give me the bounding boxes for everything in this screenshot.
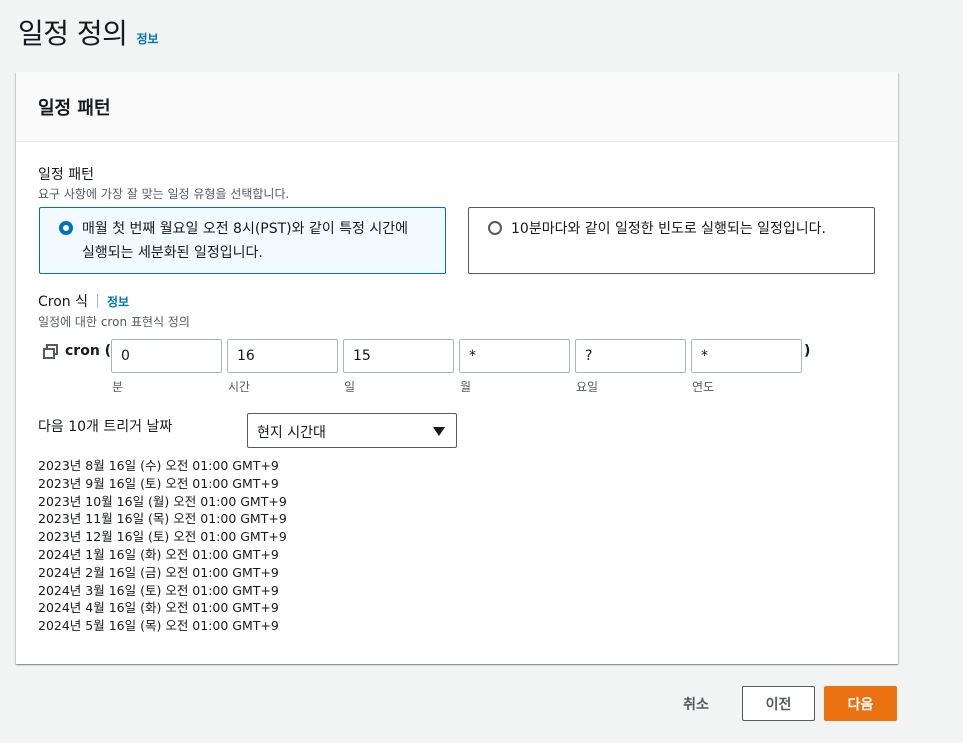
cron-expression-description: 일정에 대한 cron 표현식 정의 xyxy=(38,315,190,329)
trigger-date-item: 2023년 12월 16일 (토) 오전 01:00 GMT+9 xyxy=(38,529,287,545)
trigger-date-item: 2024년 1월 16일 (화) 오전 01:00 GMT+9 xyxy=(38,546,279,562)
trigger-date-item: 2024년 5월 16일 (목) 오전 01:00 GMT+9 xyxy=(38,618,279,634)
radio-option-line-2: 실행되는 세분화된 일정입니다. xyxy=(82,245,263,261)
trigger-date-item: 2024년 2월 16일 (금) 오전 01:00 GMT+9 xyxy=(38,564,279,580)
trigger-date-item: 2023년 10월 16일 (월) 오전 01:00 GMT+9 xyxy=(38,493,287,509)
trigger-date-item: 2023년 8월 16일 (수) 오전 01:00 GMT+9 xyxy=(38,458,279,473)
cron-year-input[interactable] xyxy=(691,339,802,373)
trigger-date-item: 2024년 4월 16일 (화) 오전 01:00 GMT+9 xyxy=(38,600,279,616)
radio-button-unselected[interactable] xyxy=(488,221,502,235)
cron-day-of-week-input[interactable] xyxy=(575,339,686,373)
cron-day-of-month-label: 일 xyxy=(344,380,356,394)
panel-title: 일정 패턴 xyxy=(38,97,111,119)
cron-suffix: ) xyxy=(804,343,811,359)
cron-expression-label: Cron 식 xyxy=(38,294,88,310)
page-header: 일정 정의 정보 xyxy=(18,12,159,52)
next-button[interactable]: 다음 xyxy=(824,686,897,721)
schedule-pattern-panel: 일정 패턴 일정 패턴 요구 사항에 가장 잘 맞는 일정 유형을 선택합니다.… xyxy=(16,72,898,664)
cron-month-input[interactable] xyxy=(459,339,570,373)
trigger-date-item: 2023년 9월 16일 (토) 오전 01:00 GMT+9 xyxy=(38,475,279,491)
cron-info-link[interactable]: 정보 xyxy=(107,293,129,310)
radio-option-cron-schedule[interactable]: 매월 첫 번째 월요일 오전 8시(PST)와 같이 특정 시간에 실행되는 세… xyxy=(39,207,446,274)
cron-prefix: cron ( xyxy=(65,343,112,359)
timezone-selected-value: 현지 시간대 xyxy=(257,425,326,441)
page-info-link[interactable]: 정보 xyxy=(136,30,158,47)
panel-header: 일정 패턴 xyxy=(16,72,898,142)
cron-minutes-label: 분 xyxy=(112,380,124,394)
cron-year-label: 연도 xyxy=(692,380,715,394)
next-trigger-dates-label: 다음 10개 트리거 날짜 xyxy=(38,419,173,435)
schedule-pattern-label: 일정 패턴 xyxy=(38,167,94,183)
divider xyxy=(97,294,98,308)
radio-button-selected[interactable] xyxy=(59,221,73,235)
cron-day-of-week-label: 요일 xyxy=(576,380,599,394)
radio-option-rate-schedule[interactable]: 10분마다와 같이 일정한 빈도로 실행되는 일정입니다. xyxy=(468,207,875,274)
cron-hours-input[interactable] xyxy=(227,339,338,373)
trigger-date-item: 2024년 3월 16일 (토) 오전 01:00 GMT+9 xyxy=(38,582,279,598)
cancel-button[interactable]: 취소 xyxy=(666,686,726,721)
previous-button[interactable]: 이전 xyxy=(742,686,815,721)
cron-month-label: 월 xyxy=(460,380,472,394)
radio-option-line-1: 매월 첫 번째 월요일 오전 8시(PST)와 같이 특정 시간에 xyxy=(82,221,409,237)
trigger-date-item: 2023년 11월 16일 (목) 오전 01:00 GMT+9 xyxy=(38,511,287,527)
radio-option-label: 매월 첫 번째 월요일 오전 8시(PST)와 같이 특정 시간에 실행되는 세… xyxy=(82,217,431,265)
page-title: 일정 정의 xyxy=(18,17,128,50)
trigger-dates-list: 2023년 8월 16일 (수) 오전 01:00 GMT+9 2023년 9월… xyxy=(38,457,287,635)
timezone-select[interactable]: 현지 시간대 xyxy=(247,413,457,448)
schedule-pattern-description: 요구 사항에 가장 잘 맞는 일정 유형을 선택합니다. xyxy=(38,187,290,201)
caret-down-icon xyxy=(433,427,445,436)
cron-day-of-month-input[interactable] xyxy=(343,339,454,373)
copy-icon[interactable] xyxy=(43,344,59,360)
cron-label-row: Cron 식 정보 xyxy=(38,291,129,311)
cron-minutes-input[interactable] xyxy=(111,339,222,373)
radio-option-label: 10분마다와 같이 일정한 빈도로 실행되는 일정입니다. xyxy=(511,221,826,237)
cron-hours-label: 시간 xyxy=(228,380,251,394)
